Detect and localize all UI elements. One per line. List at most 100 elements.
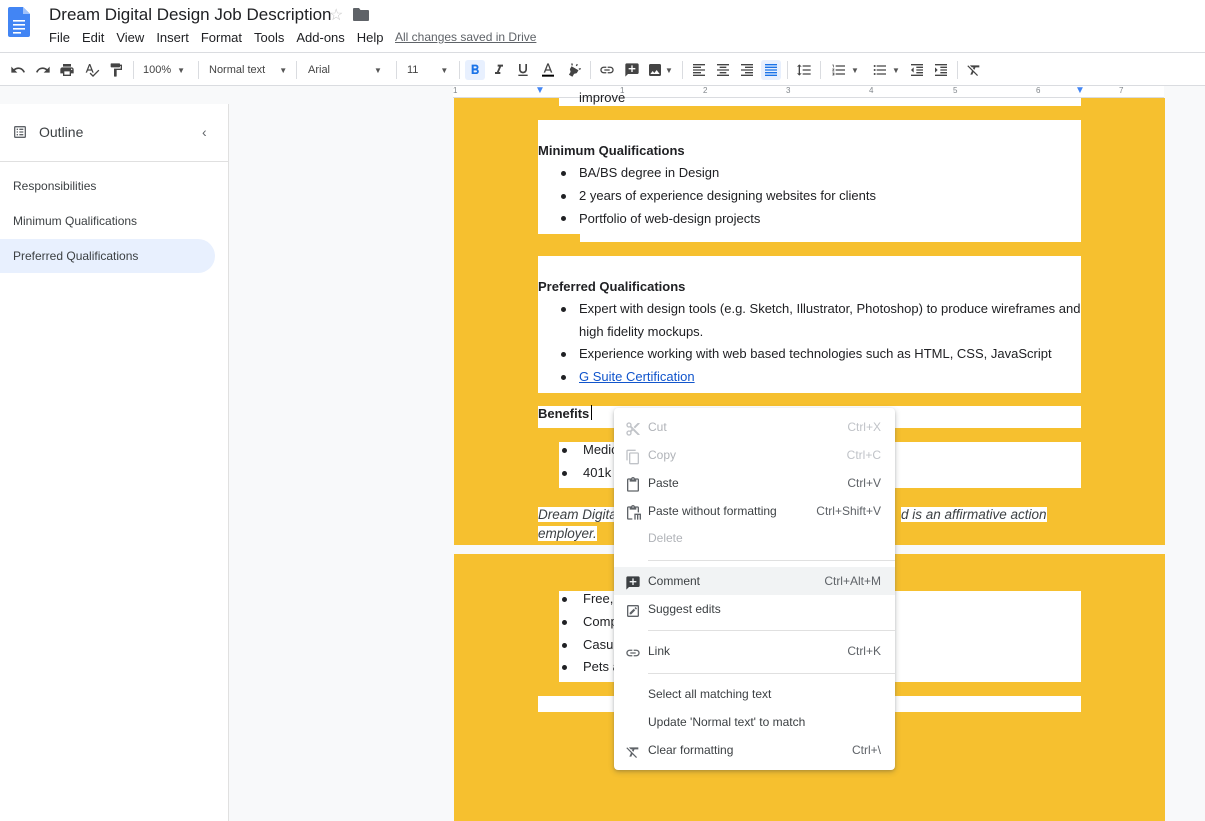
menu-item-update-normal-text[interactable]: Update 'Normal text' to match (614, 708, 895, 736)
decrease-indent-icon[interactable] (907, 60, 927, 80)
menu-view[interactable]: View (116, 30, 144, 45)
indent-marker-icon[interactable]: ▼ (535, 85, 545, 96)
justify-icon[interactable] (761, 60, 781, 80)
menu-item-suggest-edits[interactable]: Suggest edits (614, 595, 895, 623)
menu-format[interactable]: Format (201, 30, 242, 45)
collapse-outline-icon[interactable]: ‹ (202, 124, 207, 140)
ruler-mark: 7 (1119, 86, 1124, 95)
copy-icon (625, 447, 641, 465)
outline-item-minimum-qualifications[interactable]: Minimum Qualifications (0, 204, 215, 238)
title-bar: Dream Digital Design Job Description ☆ F… (0, 0, 1205, 52)
line-spacing-icon[interactable] (794, 60, 814, 80)
align-right-icon[interactable] (737, 60, 757, 80)
shortcut: Ctrl+X (847, 420, 881, 434)
add-comment-icon (625, 573, 641, 590)
bullet (562, 620, 567, 625)
chevron-down-icon: ▼ (374, 65, 382, 75)
toolbar-separator (590, 61, 591, 79)
save-status[interactable]: All changes saved in Drive (395, 30, 536, 44)
menu-item-delete[interactable]: Delete (614, 524, 895, 552)
ruler[interactable]: 1 ▼ 1 2 3 4 5 6 ▼ 7 (453, 85, 1164, 98)
outline-icon (14, 126, 26, 138)
bullet (561, 375, 566, 380)
underline-icon[interactable] (513, 60, 533, 80)
bold-icon[interactable] (465, 60, 485, 80)
redo-icon[interactable] (33, 60, 53, 80)
menu-item-link[interactable]: Link Ctrl+K (614, 637, 895, 665)
bullet (562, 448, 567, 453)
eeo-statement-continued: d is an affirmative action (901, 507, 1047, 522)
menu-item-label: Paste without formatting (648, 504, 777, 518)
paint-format-icon[interactable] (106, 60, 126, 80)
minimum-qualifications-heading: Minimum Qualifications (538, 143, 685, 158)
folder-icon[interactable] (353, 8, 369, 21)
menu-item-label: Link (648, 644, 671, 658)
toolbar-separator (396, 61, 397, 79)
menu-item-clear-formatting[interactable]: Clear formatting Ctrl+\ (614, 736, 895, 764)
list-item: 401k (583, 465, 612, 480)
toolbar-separator (682, 61, 683, 79)
bulleted-list-icon[interactable]: ▼ (868, 60, 904, 80)
style-value: Normal text (209, 64, 266, 76)
suggest-edits-icon (625, 601, 641, 617)
bullet (561, 216, 566, 221)
menu-insert[interactable]: Insert (156, 30, 189, 45)
document-title[interactable]: Dream Digital Design Job Description (49, 5, 332, 25)
star-icon[interactable]: ☆ (329, 5, 343, 25)
style-select[interactable]: Normal text ▼ (209, 60, 289, 80)
zoom-select[interactable]: 100% ▼ (143, 60, 193, 80)
outline-item-preferred-qualifications[interactable]: Preferred Qualifications (0, 239, 215, 273)
text-color-icon[interactable] (538, 60, 558, 80)
empty-bullet-gap (538, 234, 580, 256)
text-cursor (591, 405, 592, 420)
increase-indent-icon[interactable] (931, 60, 951, 80)
align-center-icon[interactable] (713, 60, 733, 80)
menu-item-cut[interactable]: Cut Ctrl+X (614, 413, 895, 441)
outline-item-responsibilities[interactable]: Responsibilities (0, 169, 215, 203)
menu-item-paste[interactable]: Paste Ctrl+V (614, 469, 895, 497)
font-size-select[interactable]: 11 ▼ (407, 60, 455, 80)
chevron-down-icon: ▼ (665, 65, 673, 75)
menu-item-label: Cut (648, 420, 667, 434)
menu-item-select-all-matching[interactable]: Select all matching text (614, 680, 895, 708)
italic-icon[interactable] (489, 60, 509, 80)
shortcut: Ctrl+\ (851, 743, 881, 757)
image-icon[interactable]: ▼ (646, 60, 674, 80)
list-item-continued: high fidelity mockups. (579, 324, 704, 339)
right-indent-marker-icon[interactable]: ▼ (1075, 85, 1085, 96)
highlight-icon[interactable] (564, 60, 584, 80)
list-item: 2 years of experience designing websites… (579, 188, 876, 203)
menu-edit[interactable]: Edit (82, 30, 104, 45)
undo-icon[interactable] (8, 60, 28, 80)
paragraph-fragment: improve (579, 90, 626, 105)
menu-help[interactable]: Help (357, 30, 384, 45)
menu-separator (648, 673, 895, 674)
menu-item-copy[interactable]: Copy Ctrl+C (614, 441, 895, 469)
chevron-down-icon: ▼ (892, 65, 900, 75)
menu-file[interactable]: File (49, 30, 70, 45)
numbered-list-icon[interactable]: ▼ (827, 60, 863, 80)
bullet (562, 597, 567, 602)
comment-icon[interactable] (622, 60, 642, 80)
clear-formatting-icon[interactable] (964, 60, 984, 80)
toolbar-separator (957, 61, 958, 79)
menu-item-label: Copy (648, 448, 677, 462)
print-icon[interactable] (57, 60, 77, 80)
bullet (561, 194, 566, 199)
toolbar-separator (820, 61, 821, 79)
list-item: BA/BS degree in Design (579, 165, 720, 180)
menu-item-label: Comment (648, 574, 701, 588)
menu-addons[interactable]: Add-ons (296, 30, 344, 45)
spellcheck-icon[interactable] (82, 60, 102, 80)
menu-tools[interactable]: Tools (254, 30, 284, 45)
font-select[interactable]: Arial ▼ (308, 60, 388, 80)
link-icon[interactable] (597, 60, 617, 80)
benefits-heading: Benefits (538, 406, 590, 421)
menu-item-paste-without-formatting[interactable]: Paste without formatting Ctrl+Shift+V (614, 497, 895, 525)
docs-logo-icon[interactable] (8, 7, 30, 37)
certification-link[interactable]: G Suite Certification (579, 369, 695, 384)
shortcut: Ctrl+K (847, 644, 881, 658)
menu-item-comment[interactable]: Comment Ctrl+Alt+M (614, 567, 895, 595)
menu-item-label: Paste (648, 476, 679, 490)
align-left-icon[interactable] (689, 60, 709, 80)
